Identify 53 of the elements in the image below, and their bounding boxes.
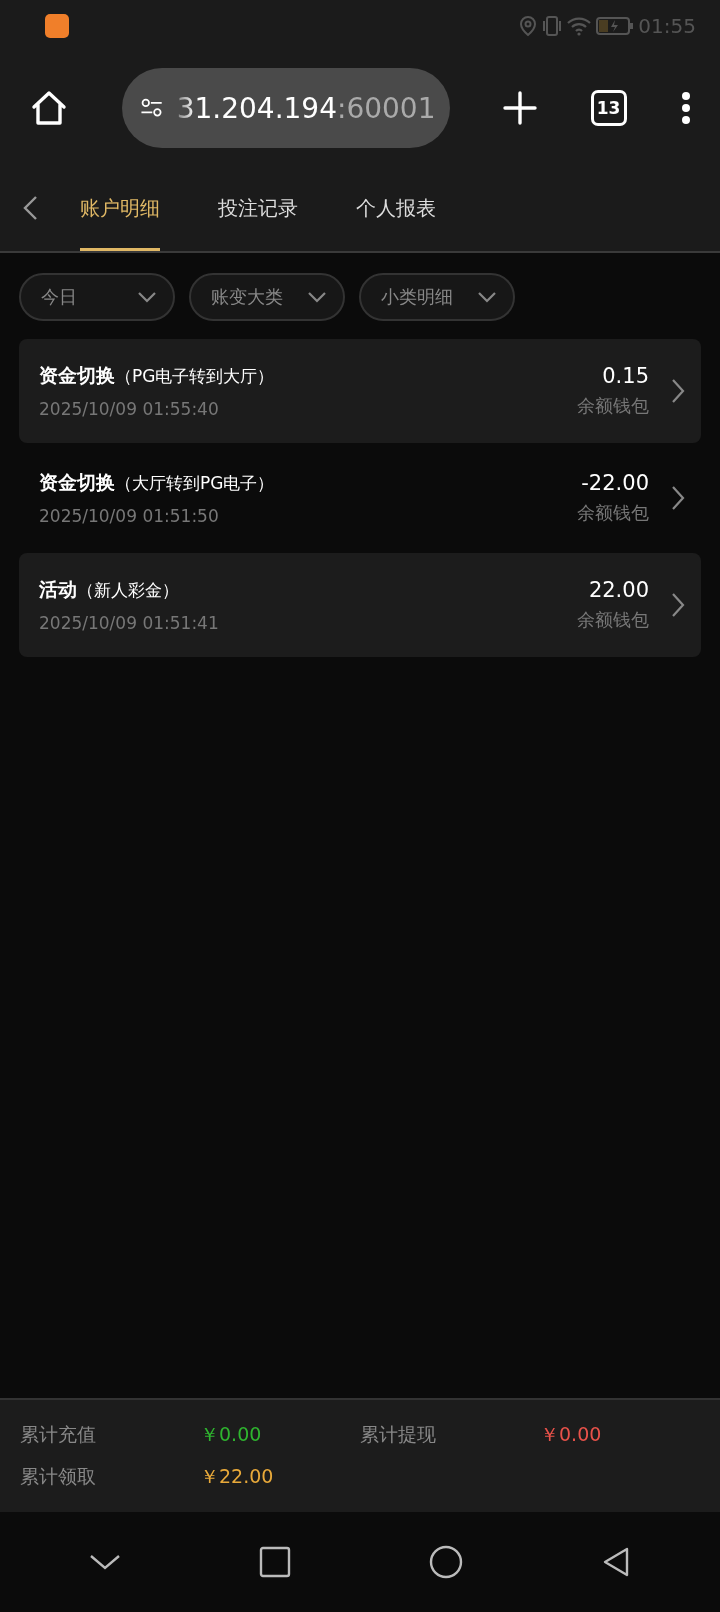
location-icon (518, 15, 539, 37)
filter-dropdown[interactable]: 小类明细 (359, 273, 515, 321)
summary-value: ￥0.00 (200, 1422, 263, 1447)
status-time: 01:55 (638, 14, 696, 38)
record-amount: -22.00 (581, 471, 649, 495)
plus-icon[interactable] (503, 91, 537, 125)
tab[interactable]: 账户明细 (80, 164, 160, 251)
record-amount: 22.00 (588, 578, 649, 602)
wallet-label: 余额钱包 (577, 501, 649, 525)
tab-count-button[interactable]: 13 (590, 90, 627, 126)
chevron-down-icon (477, 291, 497, 303)
record-amount: 0.15 (602, 364, 649, 388)
chevron-right-icon (671, 592, 685, 618)
square-icon[interactable] (259, 1546, 291, 1578)
home-circle-icon[interactable] (429, 1545, 463, 1579)
tab[interactable]: 投注记录 (218, 164, 298, 251)
record-title: 活动 (39, 578, 77, 600)
wifi-icon (566, 15, 593, 37)
back-triangle-icon[interactable] (601, 1546, 631, 1578)
summary-label: 累计提现 (360, 1422, 437, 1447)
back-icon[interactable] (22, 194, 38, 221)
record-time: 2025/10/09 01:51:41 (39, 613, 220, 633)
summary-value: ￥0.00 (540, 1422, 603, 1447)
home-icon[interactable] (30, 90, 68, 126)
wallet-label: 余额钱包 (577, 394, 649, 418)
filter-dropdown[interactable]: 今日 (19, 273, 175, 321)
notification-icon (45, 14, 69, 38)
filter-dropdown[interactable]: 账变大类 (189, 273, 345, 321)
url-text: 31.204.194:60001 (176, 91, 436, 125)
record-time: 2025/10/09 01:51:50 (39, 506, 220, 526)
chevron-down-icon (137, 291, 157, 303)
record-detail: （新人彩金） (77, 580, 179, 600)
address-bar[interactable]: 31.204.194:60001 (121, 68, 450, 148)
summary-label: 累计充值 (20, 1422, 97, 1447)
wallet-label: 余额钱包 (577, 608, 649, 632)
record-title: 资金切换 (39, 471, 115, 493)
record-title: 资金切换 (39, 364, 115, 386)
record-row[interactable]: 资金切换（大厅转到PG电子） 2025/10/09 01:51:50 -22.00 余额钱包 (19, 446, 701, 550)
battery-icon (596, 16, 635, 36)
record-detail: （大厅转到PG电子） (115, 473, 275, 493)
chevron-right-icon (671, 378, 685, 404)
vibrate-icon (542, 15, 563, 37)
record-detail: （PG电子转到大厅） (115, 366, 275, 386)
record-row[interactable]: 资金切换（PG电子转到大厅） 2025/10/09 01:55:40 0.15 余额钱包 (19, 339, 701, 443)
summary-label: 累计领取 (20, 1464, 97, 1489)
tab[interactable]: 个人报表 (356, 164, 436, 251)
record-row[interactable]: 活动（新人彩金） 2025/10/09 01:51:41 22.00 余额钱包 (19, 553, 701, 657)
more-icon[interactable] (680, 91, 692, 125)
record-time: 2025/10/09 01:55:40 (39, 399, 220, 419)
chevron-down-icon[interactable] (89, 1553, 121, 1571)
summary-value: ￥22.00 (200, 1464, 275, 1489)
chevron-right-icon (671, 485, 685, 511)
chevron-down-icon (307, 291, 327, 303)
